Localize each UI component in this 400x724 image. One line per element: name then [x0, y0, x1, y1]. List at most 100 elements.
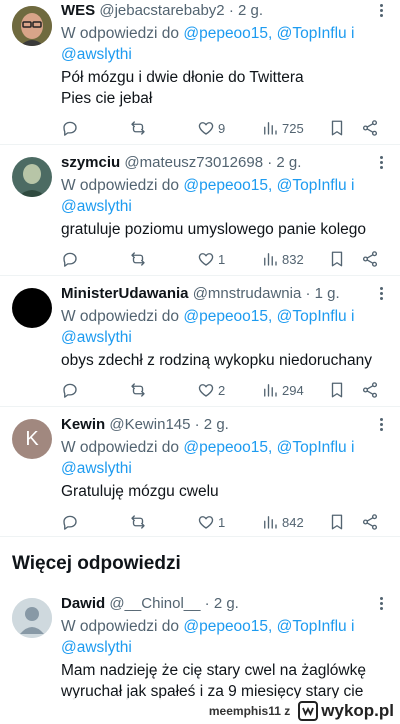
avatar[interactable]	[12, 157, 52, 197]
share-button[interactable]	[361, 117, 379, 139]
like-count: 1	[218, 514, 226, 530]
share-icon	[362, 382, 378, 398]
reply-button[interactable]	[61, 511, 79, 533]
bookmark-button[interactable]	[328, 511, 346, 533]
more-options-icon[interactable]	[374, 286, 388, 302]
reply-icon	[63, 383, 77, 398]
like-count: 1	[218, 251, 226, 267]
like-count: 9	[218, 120, 226, 136]
reply-button[interactable]	[61, 379, 79, 401]
retweet-icon	[131, 121, 145, 135]
reply-context: W odpowiedzi do @pepeoo15, @TopInflu i @…	[61, 177, 355, 215]
retweet-button[interactable]	[129, 117, 147, 139]
retweet-icon	[131, 515, 145, 529]
view-count: 842	[282, 514, 304, 530]
heart-icon	[198, 122, 214, 135]
display-name[interactable]: WES	[61, 2, 95, 19]
reply-tweet[interactable]: szymciu @mateusz73012698 · 2 g. W odpowi…	[0, 145, 400, 276]
views-button[interactable]: 842	[261, 511, 304, 533]
reply-tweet[interactable]: MinisterUdawania @mnstrudawnia · 1 g. W …	[0, 276, 400, 407]
views-chart-icon	[264, 384, 277, 397]
tweet-header: szymciu @mateusz73012698 · 2 g.	[61, 152, 388, 174]
retweet-icon	[131, 252, 145, 266]
views-chart-icon	[264, 122, 277, 135]
bookmark-icon	[331, 120, 343, 136]
user-handle[interactable]: @mateusz73012698	[124, 154, 263, 171]
timestamp[interactable]: · 2 g.	[195, 416, 229, 433]
like-button[interactable]: 1	[197, 248, 225, 270]
share-icon	[362, 251, 378, 267]
avatar[interactable]	[12, 598, 52, 638]
reply-icon	[63, 515, 77, 530]
tweet-text: Pół mózgu i dwie dłonie do Twittera Pies…	[61, 69, 304, 107]
share-icon	[362, 120, 378, 136]
share-button[interactable]	[361, 511, 379, 533]
tweet-header: Kewin @Kewin145 · 2 g.	[61, 414, 388, 436]
more-options-icon[interactable]	[374, 155, 388, 171]
like-button[interactable]: 9	[197, 117, 225, 139]
reply-context: W odpowiedzi do @pepeoo15, @TopInflu i @…	[61, 308, 355, 346]
reply-context: W odpowiedzi do @pepeoo15, @TopInflu i @…	[61, 25, 355, 63]
bookmark-button[interactable]	[328, 248, 346, 270]
avatar-photo-icon	[12, 6, 52, 46]
bookmark-button[interactable]	[328, 117, 346, 139]
like-count: 2	[218, 382, 226, 398]
bookmark-icon	[331, 251, 343, 267]
more-options-icon[interactable]	[374, 417, 388, 433]
more-options-icon[interactable]	[374, 3, 388, 19]
bookmark-icon	[331, 514, 343, 530]
retweet-icon	[131, 383, 145, 397]
user-handle[interactable]: @__Chinol__	[109, 595, 200, 612]
like-button[interactable]: 2	[197, 379, 225, 401]
view-count: 294	[282, 382, 304, 398]
reply-button[interactable]	[61, 117, 79, 139]
bookmark-button[interactable]	[328, 379, 346, 401]
more-replies-heading: Więcej odpowiedzi	[12, 553, 181, 574]
display-name[interactable]: Kewin	[61, 416, 105, 433]
more-options-icon[interactable]	[374, 596, 388, 612]
share-icon	[362, 514, 378, 530]
like-button[interactable]: 1	[197, 511, 225, 533]
display-name[interactable]: MinisterUdawania	[61, 285, 189, 302]
views-chart-icon	[264, 516, 277, 529]
wykop-brand: wykop.pl	[321, 701, 394, 720]
avatar[interactable]: K	[12, 419, 52, 459]
user-handle[interactable]: @mnstrudawnia	[193, 285, 302, 302]
reply-icon	[63, 121, 77, 136]
retweet-button[interactable]	[129, 248, 147, 270]
reply-tweet[interactable]: K Kewin @Kewin145 · 2 g. W odpowiedzi do…	[0, 407, 400, 536]
display-name[interactable]: szymciu	[61, 154, 120, 171]
user-handle[interactable]: @Kewin145	[109, 416, 190, 433]
tweet-text: Gratuluję mózgu cwelu	[61, 483, 219, 500]
retweet-button[interactable]	[129, 511, 147, 533]
timestamp[interactable]: · 2 g.	[229, 2, 263, 19]
reply-button[interactable]	[61, 248, 79, 270]
views-button[interactable]: 294	[261, 379, 304, 401]
timestamp[interactable]: · 2 g.	[205, 595, 239, 612]
share-button[interactable]	[361, 379, 379, 401]
user-handle[interactable]: @jebacstarebaby2	[99, 2, 224, 19]
reply-context: W odpowiedzi do @pepeoo15, @TopInflu i @…	[61, 618, 355, 656]
wykop-logo-icon	[298, 701, 319, 721]
watermark-user: meemphis11 z	[208, 704, 291, 718]
heart-icon	[198, 253, 214, 266]
avatar[interactable]	[12, 6, 52, 46]
retweet-button[interactable]	[129, 379, 147, 401]
default-avatar-icon	[12, 598, 52, 638]
heart-icon	[198, 516, 214, 529]
display-name[interactable]: Dawid	[61, 595, 105, 612]
tweet-header: MinisterUdawania @mnstrudawnia · 1 g.	[61, 283, 388, 305]
avatar-photo-icon	[12, 157, 52, 197]
tweet-header: Dawid @__Chinol__ · 2 g.	[61, 593, 388, 615]
reply-context: W odpowiedzi do @pepeoo15, @TopInflu i @…	[61, 439, 355, 477]
avatar[interactable]	[12, 288, 52, 328]
timestamp[interactable]: · 2 g.	[267, 154, 301, 171]
tweet-header: WES @jebacstarebaby2 · 2 g.	[61, 0, 388, 22]
share-button[interactable]	[361, 248, 379, 270]
heart-icon	[198, 384, 214, 397]
views-button[interactable]: 832	[261, 248, 304, 270]
timestamp[interactable]: · 1 g.	[305, 285, 339, 302]
reply-tweet[interactable]: WES @jebacstarebaby2 · 2 g. W odpowiedzi…	[0, 0, 400, 145]
views-button[interactable]: 725	[261, 117, 304, 139]
view-count: 725	[282, 120, 304, 136]
